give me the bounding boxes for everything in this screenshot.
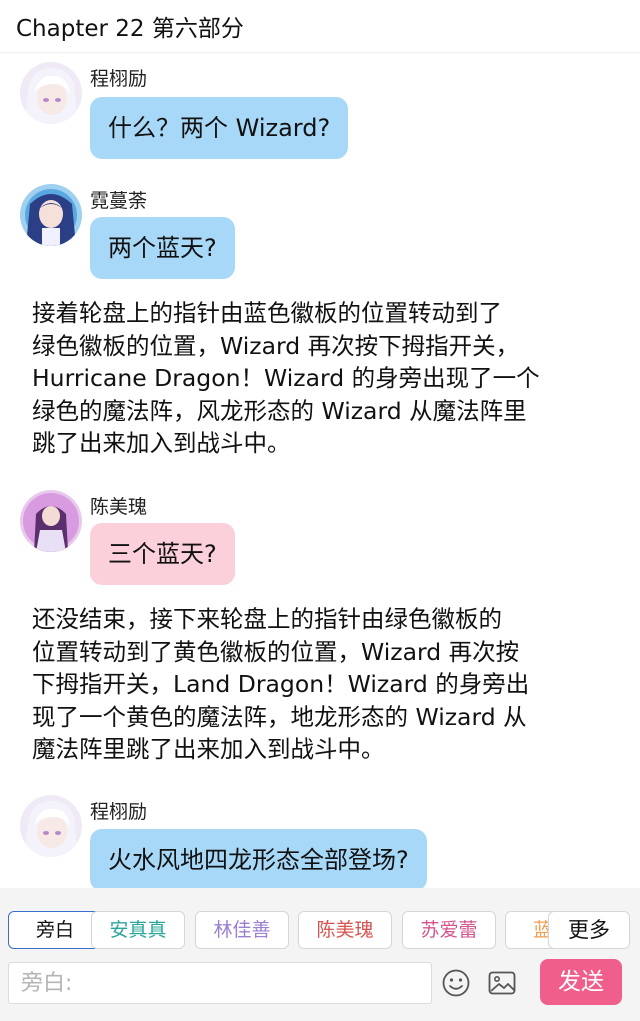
- speaker-name: 程栩励: [90, 68, 148, 90]
- avatar-chen-meigui[interactable]: [20, 490, 82, 552]
- avatar-ni-mantu[interactable]: [20, 184, 82, 246]
- more-characters-button[interactable]: 更多: [548, 911, 630, 949]
- avatar-cheng-xuli[interactable]: [20, 795, 82, 857]
- character-chip-row[interactable]: 旁白 安真真 林佳善 陈美瑰 苏爱蕾 蓝天: [0, 911, 640, 953]
- narration-text: 还没结束，接下来轮盘上的指针由绿色徽板的 位置转动到了黄色徽板的位置，Wizar…: [32, 605, 530, 763]
- speaker-name: 程栩励: [90, 801, 148, 823]
- image-icon[interactable]: [487, 968, 517, 998]
- narration-text: 接着轮盘上的指针由蓝色徽板的位置转动到了 绿色徽板的位置，Wizard 再次按下…: [32, 299, 540, 457]
- chip-su-ailei[interactable]: 苏爱蕾: [402, 911, 496, 949]
- chapter-header: Chapter 22 第六部分: [0, 0, 640, 53]
- emoji-icon[interactable]: [441, 968, 471, 998]
- chat-bubble: 火水风地四龙形态全部登场?: [90, 829, 427, 891]
- speaker-name: 霓蔓荼: [90, 190, 148, 212]
- speaker-name: 陈美瑰: [90, 496, 148, 518]
- chat-bubble: 两个蓝天?: [90, 217, 235, 279]
- send-button[interactable]: 发送: [540, 959, 622, 1005]
- chip-chen-meigui[interactable]: 陈美瑰: [298, 911, 392, 949]
- chat-bubble: 三个蓝天?: [90, 523, 235, 585]
- chip-an-zhenzhen[interactable]: 安真真: [91, 911, 185, 949]
- avatar-cheng-xuli[interactable]: [20, 62, 82, 124]
- chip-narrator[interactable]: 旁白: [8, 911, 102, 949]
- chip-lin-jiashan[interactable]: 林佳善: [195, 911, 289, 949]
- chapter-title: Chapter 22 第六部分: [16, 16, 244, 42]
- chat-bubble: 什么？两个 Wizard?: [90, 97, 349, 159]
- compose-toolbar: 旁白 安真真 林佳善 陈美瑰 苏爱蕾 蓝天 更多 发送: [0, 888, 640, 1021]
- message-input[interactable]: [8, 962, 432, 1004]
